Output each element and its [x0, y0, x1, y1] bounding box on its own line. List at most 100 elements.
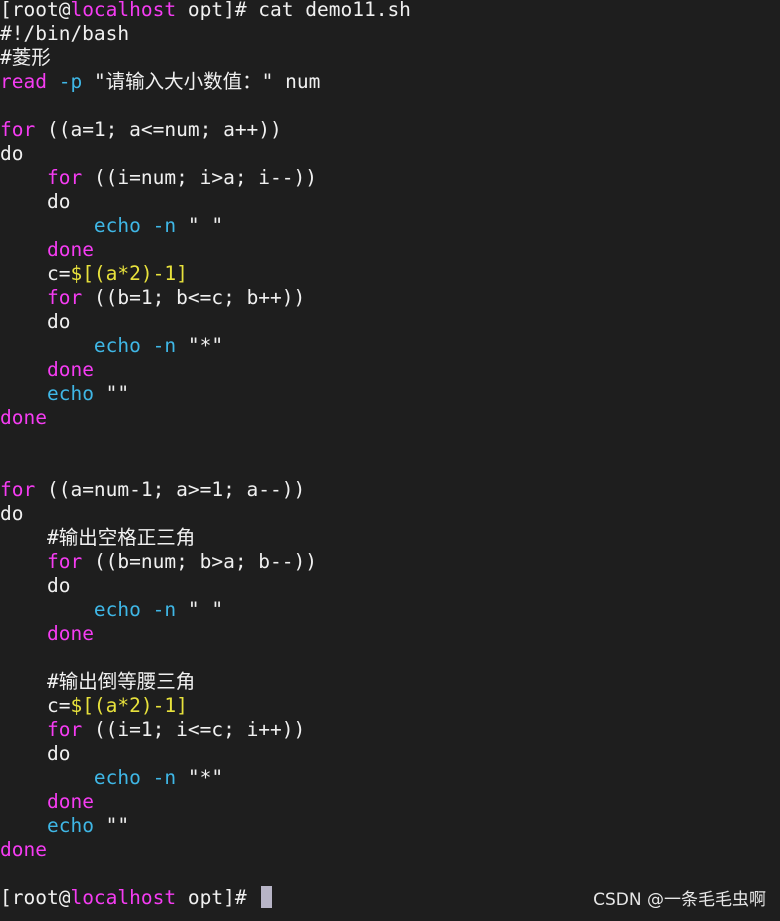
terminal-line: do: [0, 190, 71, 214]
terminal-text-segment: #输出空格正三角: [0, 526, 196, 549]
terminal-line: [root@localhost opt]#: [0, 886, 273, 910]
terminal-text-segment: for: [46, 718, 83, 741]
terminal-line: echo "": [0, 382, 129, 406]
terminal-text-segment: ((b=1; b<=c; b++)): [82, 286, 306, 309]
terminal-line: echo -n "*": [0, 334, 223, 358]
terminal-text-segment: for: [46, 286, 83, 309]
terminal-text-segment: #菱形: [0, 46, 51, 69]
terminal-text-segment: done: [0, 406, 47, 429]
terminal-cursor[interactable]: [261, 886, 273, 908]
terminal-line: echo "": [0, 814, 129, 838]
terminal-text-segment: [root@: [0, 886, 71, 909]
terminal-line: for ((b=1; b<=c; b++)): [0, 286, 305, 310]
terminal-text-segment: done: [46, 622, 94, 645]
terminal-text-segment: ((b=num; b>a; b--)): [82, 550, 318, 573]
terminal-text-segment: ((i=1; i<=c; i++)): [82, 718, 306, 741]
terminal-text-segment: "*": [176, 334, 224, 357]
terminal-line: do: [0, 502, 23, 526]
terminal-line: echo -n " ": [0, 214, 223, 238]
terminal-text-segment: ((a=num-1; a>=1; a--)): [35, 478, 306, 501]
terminal-line: c=$[(a*2)-1]: [0, 694, 188, 718]
terminal-line: #输出倒等腰三角: [0, 670, 195, 694]
terminal-line: do: [0, 310, 71, 334]
terminal-text-segment: c=: [0, 694, 71, 717]
terminal-text-segment: localhost: [70, 886, 177, 909]
terminal-text-segment: "请输入大小数值：" num: [82, 70, 321, 93]
terminal-line: done: [0, 838, 47, 862]
terminal-text-segment: -p: [58, 70, 83, 93]
terminal-text-segment: #!/bin/bash: [0, 22, 130, 45]
terminal-text-segment: ((i=num; i>a; i--)): [82, 166, 318, 189]
csdn-watermark: CSDN @一条毛毛虫啊: [593, 890, 766, 910]
terminal-text-segment: done: [46, 358, 94, 381]
terminal-text-segment: "": [93, 382, 130, 405]
terminal-line: #菱形: [0, 46, 51, 70]
terminal-text-segment: $[(a*2)-1]: [70, 262, 188, 285]
terminal-text-segment: opt]# cat demo11.sh: [176, 0, 411, 21]
terminal-line: do: [0, 574, 71, 598]
terminal-line: done: [0, 406, 47, 430]
terminal-text-segment: $[(a*2)-1]: [70, 694, 188, 717]
terminal-text-segment: echo -n: [93, 766, 177, 789]
terminal-text-segment: for: [46, 550, 83, 573]
terminal-text-segment: [root@: [0, 0, 71, 21]
terminal-text-segment: do: [0, 142, 24, 165]
terminal-text-segment: #输出倒等腰三角: [0, 670, 196, 693]
terminal-line: for ((i=num; i>a; i--)): [0, 166, 317, 190]
terminal-text-segment: for: [0, 118, 36, 141]
terminal-text-segment: c=: [0, 262, 71, 285]
terminal-line: do: [0, 742, 71, 766]
terminal-line: do: [0, 142, 23, 166]
terminal-window[interactable]: [root@localhost opt]# cat demo11.sh #!/bi…: [0, 0, 780, 921]
terminal-line: #输出空格正三角: [0, 526, 195, 550]
terminal-text-segment: echo: [46, 814, 94, 837]
terminal-text-segment: done: [46, 238, 94, 261]
terminal-line: #!/bin/bash: [0, 22, 129, 46]
terminal-text-segment: do: [0, 742, 71, 765]
terminal-line: for ((b=num; b>a; b--)): [0, 550, 317, 574]
terminal-line: done: [0, 622, 94, 646]
terminal-text-segment: done: [46, 790, 94, 813]
terminal-text-segment: " ": [176, 214, 224, 237]
terminal-text-segment: read: [0, 70, 47, 93]
terminal-text-segment: done: [0, 838, 47, 861]
terminal-line: for ((a=1; a<=num; a++)): [0, 118, 282, 142]
terminal-text-segment: opt]#: [176, 886, 259, 909]
terminal-line: done: [0, 358, 94, 382]
terminal-text-segment: "": [93, 814, 130, 837]
terminal-line: done: [0, 238, 94, 262]
terminal-line: for ((a=num-1; a>=1; a--)): [0, 478, 305, 502]
terminal-line: [root@localhost opt]# cat demo11.sh: [0, 0, 411, 22]
terminal-text-segment: echo -n: [93, 214, 177, 237]
terminal-text-segment: echo -n: [93, 598, 177, 621]
terminal-line: c=$[(a*2)-1]: [0, 262, 188, 286]
terminal-text-segment: for: [0, 478, 36, 501]
terminal-text-segment: do: [0, 190, 71, 213]
terminal-text-segment: "*": [176, 766, 224, 789]
terminal-line: done: [0, 790, 94, 814]
terminal-line: echo -n "*": [0, 766, 223, 790]
terminal-text-segment: echo: [46, 382, 94, 405]
terminal-text-segment: do: [0, 502, 24, 525]
terminal-line: for ((i=1; i<=c; i++)): [0, 718, 305, 742]
terminal-text-segment: localhost: [70, 0, 177, 21]
terminal-text-segment: ((a=1; a<=num; a++)): [35, 118, 282, 141]
terminal-text-segment: for: [46, 166, 83, 189]
terminal-text-segment: do: [0, 574, 71, 597]
terminal-line: read -p "请输入大小数值：" num: [0, 70, 320, 94]
